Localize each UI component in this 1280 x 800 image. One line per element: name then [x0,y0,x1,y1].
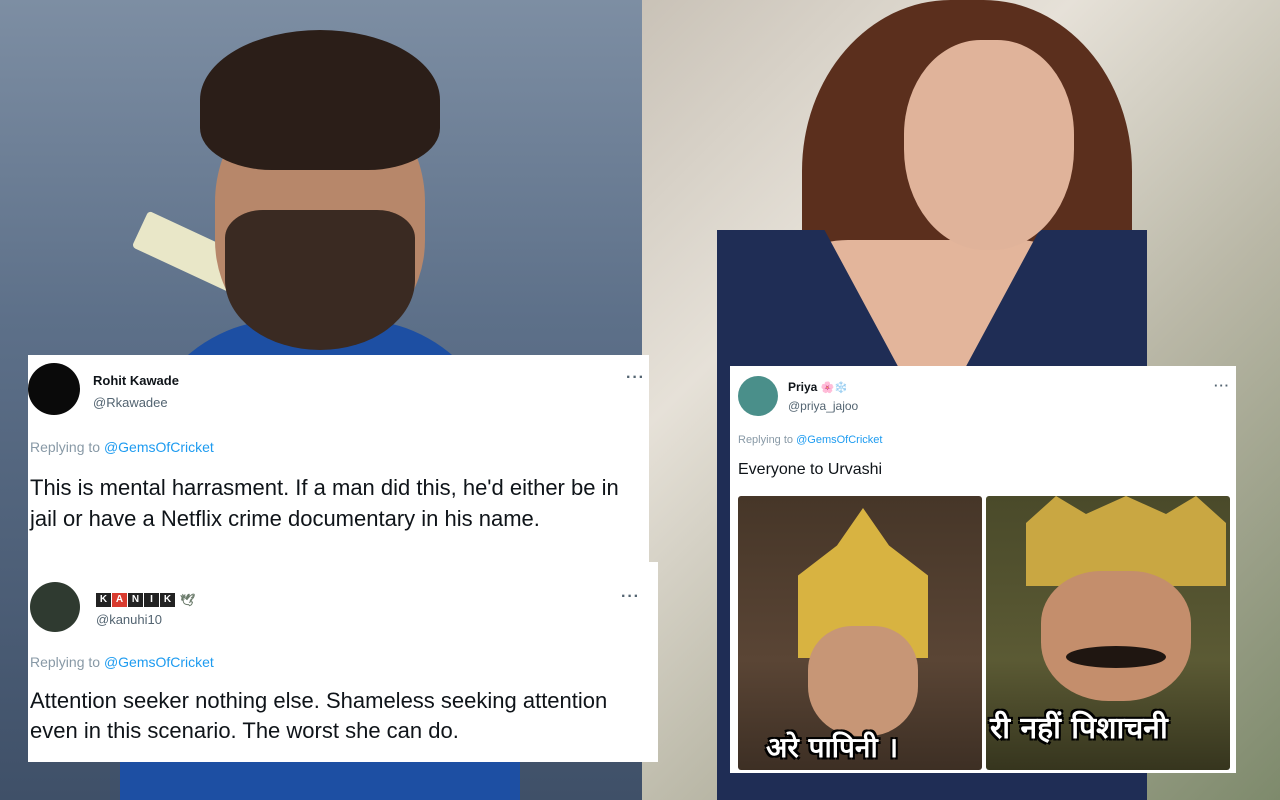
tweet-author-name[interactable]: Priya 🌸❄️ [788,380,848,394]
more-options-icon[interactable]: ··· [626,369,645,387]
name-letter: A [112,593,127,607]
name-letter: N [128,593,143,607]
flower-snowflake-icon: 🌸❄️ [820,382,849,394]
face [808,626,918,736]
woman-face [904,40,1074,250]
replying-to-link[interactable]: @GemsOfCricket [796,434,882,446]
meme-image-right[interactable]: री नहीं पिशाचनी [986,496,1230,770]
tweet-text: Attention seeker nothing else. Shameless… [30,688,608,743]
replying-prefix: Replying to [30,439,101,455]
replying-prefix: Replying to [30,654,101,670]
meme-image-left[interactable]: अरे पापिनी । [738,496,982,770]
mustache [1066,646,1166,668]
tweet-author-name[interactable]: Rohit Kawade [93,373,179,388]
tweet-card-rohit[interactable]: Rohit Kawade @Rkawadee ··· Replying to @… [28,355,649,565]
tweet-card-kanik[interactable]: K A N I K 🕊 @kanuhi10 ··· Replying to @G… [28,562,658,762]
avatar[interactable] [28,363,80,415]
name-letter: K [96,593,111,607]
tweet-text: This is mental harrasment. If a man did … [30,475,619,531]
tweet-text: Everyone to Urvashi [738,461,883,478]
tweet-author-handle[interactable]: @priya_jajoo [788,399,858,413]
man-hair [200,30,440,170]
replying-to: Replying to @GemsOfCricket [30,654,214,670]
avatar[interactable] [30,582,80,632]
name-letter: K [160,593,175,607]
dove-icon: 🕊 [180,593,196,607]
meme-caption: अरे पापिनी । [766,731,899,764]
replying-to-link[interactable]: @GemsOfCricket [104,654,214,670]
meme-caption: री नहीं पिशाचनी [990,711,1168,746]
replying-to: Replying to @GemsOfCricket [738,434,882,446]
avatar[interactable] [738,376,778,416]
more-options-icon[interactable]: ··· [621,588,640,606]
tweet-card-priya[interactable]: Priya 🌸❄️ @priya_jajoo ··· Replying to @… [730,366,1236,773]
replying-to: Replying to @GemsOfCricket [30,439,214,455]
replying-to-link[interactable]: @GemsOfCricket [104,439,214,455]
tweet-author-handle[interactable]: @Rkawadee [93,395,168,410]
face [1041,571,1191,701]
tweet-author-name[interactable]: K A N I K 🕊 [96,590,195,607]
replying-prefix: Replying to [738,434,794,446]
man-beard [225,210,415,350]
author-name-text: Priya [788,380,818,394]
name-letter: I [144,593,159,607]
more-options-icon[interactable]: ··· [1214,378,1230,393]
tweet-author-handle[interactable]: @kanuhi10 [96,612,162,627]
